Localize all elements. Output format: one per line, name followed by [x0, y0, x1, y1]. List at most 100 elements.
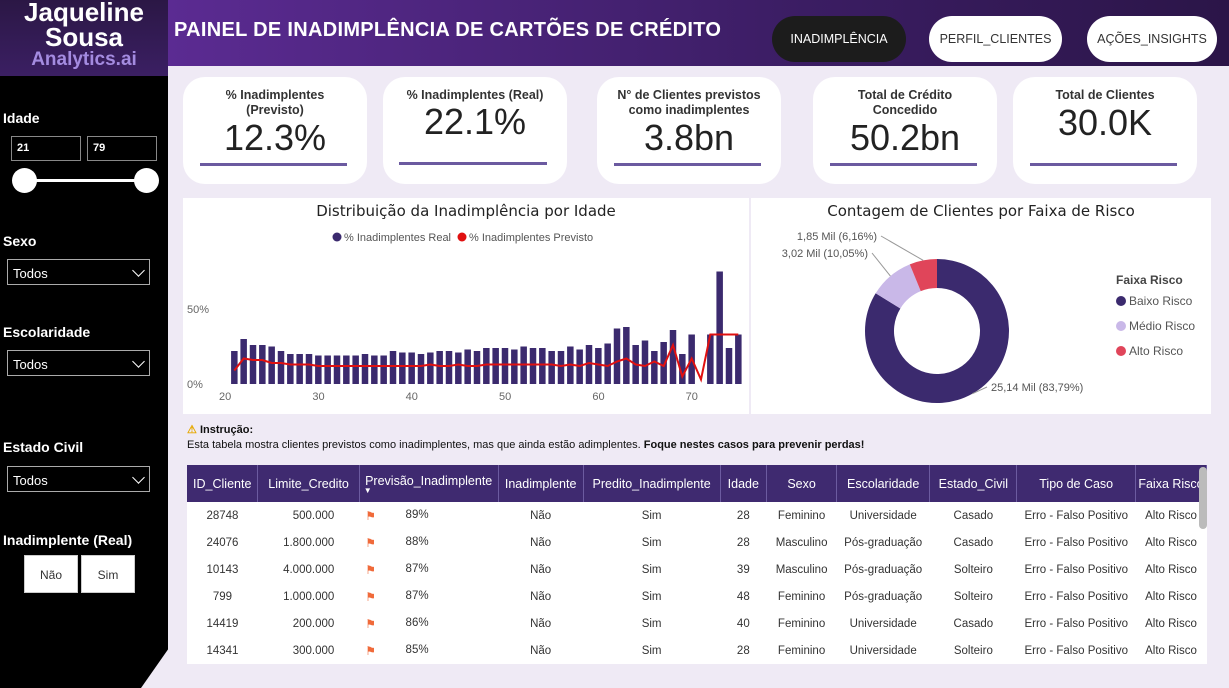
table-cell: ⚑ 89%	[359, 502, 498, 529]
table-cell: 39	[736, 563, 750, 576]
idade-slider-min-handle[interactable]	[12, 168, 37, 193]
estado-civil-dropdown[interactable]: Todos	[7, 466, 150, 492]
table-cell-value: 85%	[405, 643, 429, 656]
idade-slider-track[interactable]	[26, 179, 146, 182]
age-chart: % Inadimplentes Real % Inadimplentes Prev…	[187, 232, 742, 403]
donut-data-label: 25,14 Mil (83,79%)	[991, 382, 1083, 394]
bar-real	[548, 351, 555, 384]
table-cell: 10143	[206, 563, 239, 576]
table-cell: Pós-graduação	[844, 563, 923, 576]
idade-slider-max-handle[interactable]	[134, 168, 159, 193]
table-cell: Não	[530, 644, 552, 657]
table-cell-value: 87%	[405, 589, 429, 602]
donut-data-label: 3,02 Mil (10,05%)	[782, 248, 868, 260]
bar-real	[343, 355, 350, 384]
bar-real	[623, 327, 630, 384]
table-cell: Alto Risco	[1145, 617, 1197, 630]
sexo-dropdown[interactable]: Todos	[7, 259, 150, 285]
sexo-label: Sexo	[3, 233, 37, 249]
table-row[interactable]: 14341 300.000 ⚑ 85% Não Sim 28 Feminino Universi…	[187, 637, 1207, 664]
idade-label: Idade	[3, 110, 40, 126]
table-cell: ⚑ 86%	[359, 610, 498, 637]
table-cell: Solteiro	[953, 563, 993, 576]
column-header[interactable]: Estado_Civil	[929, 465, 1018, 502]
logo-line1: Jaqueline	[24, 0, 144, 27]
table-cell: Universidade	[849, 509, 917, 522]
legend-label: Médio Risco	[1129, 319, 1195, 333]
table-cell: Alto Risco	[1145, 509, 1197, 522]
table-row[interactable]: 28748 500.000 ⚑ 89% Não Sim 28 Feminino Universi…	[187, 502, 1207, 529]
y-tick-label: 50%	[187, 304, 209, 316]
column-header[interactable]: Idade	[720, 465, 768, 502]
chevron-down-icon	[132, 355, 145, 368]
nav-perfil-clientes[interactable]: PERFIL_CLIENTES	[929, 16, 1062, 62]
column-header[interactable]: Previsão_Inadimplente ▼	[359, 465, 499, 502]
table-scrollbar[interactable]	[1199, 467, 1207, 529]
table-cell: 300.000	[292, 644, 335, 657]
nav-acoes-insights[interactable]: AÇÕES_INSIGHTS	[1087, 16, 1217, 62]
bar-real	[651, 351, 658, 384]
risk-chart-panel: Contagem de Clientes por Faixa de Risco …	[751, 198, 1211, 414]
bar-real	[455, 352, 462, 384]
estado-civil-value: Todos	[13, 473, 48, 488]
bar-real	[352, 355, 359, 384]
bar-real	[259, 345, 266, 384]
table-cell: Não	[530, 536, 552, 549]
table-cell-value: 87%	[405, 562, 429, 575]
logo-line3: Analytics.ai	[31, 49, 137, 70]
bar-real	[427, 352, 434, 384]
table-row[interactable]: 24076 1.800.000 ⚑ 88% Não Sim 28 Masculino Pós-g…	[187, 529, 1207, 556]
table-row[interactable]: 14419 200.000 ⚑ 86% Não Sim 40 Feminino Universi…	[187, 610, 1207, 637]
column-header[interactable]: Sexo	[766, 465, 838, 502]
bar-real	[277, 351, 285, 384]
kpi-underline	[614, 163, 761, 166]
table-cell: ⚑ 87%	[359, 556, 498, 583]
column-header[interactable]: Faixa Risco	[1135, 465, 1208, 502]
column-header[interactable]: ID_Cliente	[187, 465, 259, 502]
table-cell: Feminino	[777, 644, 826, 657]
age-chart-panel: Distribuição da Inadimplência por Idade …	[183, 198, 749, 414]
x-tick-label: 50	[499, 391, 511, 403]
table-cell: Alto Risco	[1145, 590, 1197, 603]
kpi-value: 22.1%	[423, 101, 527, 142]
column-header[interactable]: Tipo de Caso	[1016, 465, 1136, 502]
table-cell: Erro - Falso Positivo	[1024, 563, 1128, 576]
idade-min-input[interactable]: 21	[11, 136, 81, 161]
instruction-title: Instrução:	[199, 424, 254, 436]
bar-real	[380, 355, 387, 384]
column-header[interactable]: Inadimplente	[498, 465, 584, 502]
kpi-title: Total de Clientes	[1055, 88, 1155, 102]
bar-real	[473, 351, 481, 384]
bar-real	[296, 354, 303, 384]
bar-real	[511, 349, 518, 384]
column-header[interactable]: Predito_Inadimplente	[583, 465, 721, 502]
escolaridade-dropdown[interactable]: Todos	[7, 350, 150, 376]
kpi-card-real: % Inadimplentes (Real) 22.1%	[383, 77, 567, 184]
escolaridade-label: Escolaridade	[3, 324, 91, 340]
table-cell: ⚑ 85%	[359, 637, 498, 664]
table-row[interactable]: 10143 4.000.000 ⚑ 87% Não Sim 39 Masculino Pós-g…	[187, 556, 1207, 583]
chevron-down-icon	[132, 264, 145, 277]
x-tick-label: 30	[312, 391, 324, 403]
kpi-underline	[200, 163, 347, 166]
idade-max-input[interactable]: 79	[87, 136, 157, 161]
table-cell: Feminino	[777, 590, 826, 603]
inadimplente-nao-button[interactable]: Não	[24, 555, 78, 593]
column-header[interactable]: Limite_Credito	[257, 465, 360, 502]
nav-inadimplencia[interactable]: INADIMPLÊNCIA	[772, 16, 906, 62]
column-header[interactable]: Escolaridade	[836, 465, 931, 502]
kpi-underline	[399, 162, 547, 165]
risk-chart: 25,14 Mil (83,79%) 3,02 Mil (10,05%) 1,85 …	[782, 231, 1195, 403]
table-cell: Erro - Falso Positivo	[1024, 617, 1128, 630]
table-cell: Não	[530, 509, 552, 522]
logo: Jaqueline Sousa Analytics.ai	[0, 0, 168, 76]
bar-real	[249, 345, 257, 384]
table-row[interactable]: 799 1.000.000 ⚑ 87% Não Sim 48 Feminino Pós-grad…	[187, 583, 1207, 610]
table-cell: Masculino	[775, 563, 828, 576]
bar-real	[641, 340, 649, 384]
sort-desc-icon[interactable]: ▼	[360, 486, 498, 494]
table-cell: Sim	[641, 509, 662, 522]
table-cell: Pós-graduação	[844, 536, 923, 549]
instruction-text: Esta tabela mostra clientes previstos co…	[187, 439, 641, 451]
inadimplente-sim-button[interactable]: Sim	[81, 555, 135, 593]
